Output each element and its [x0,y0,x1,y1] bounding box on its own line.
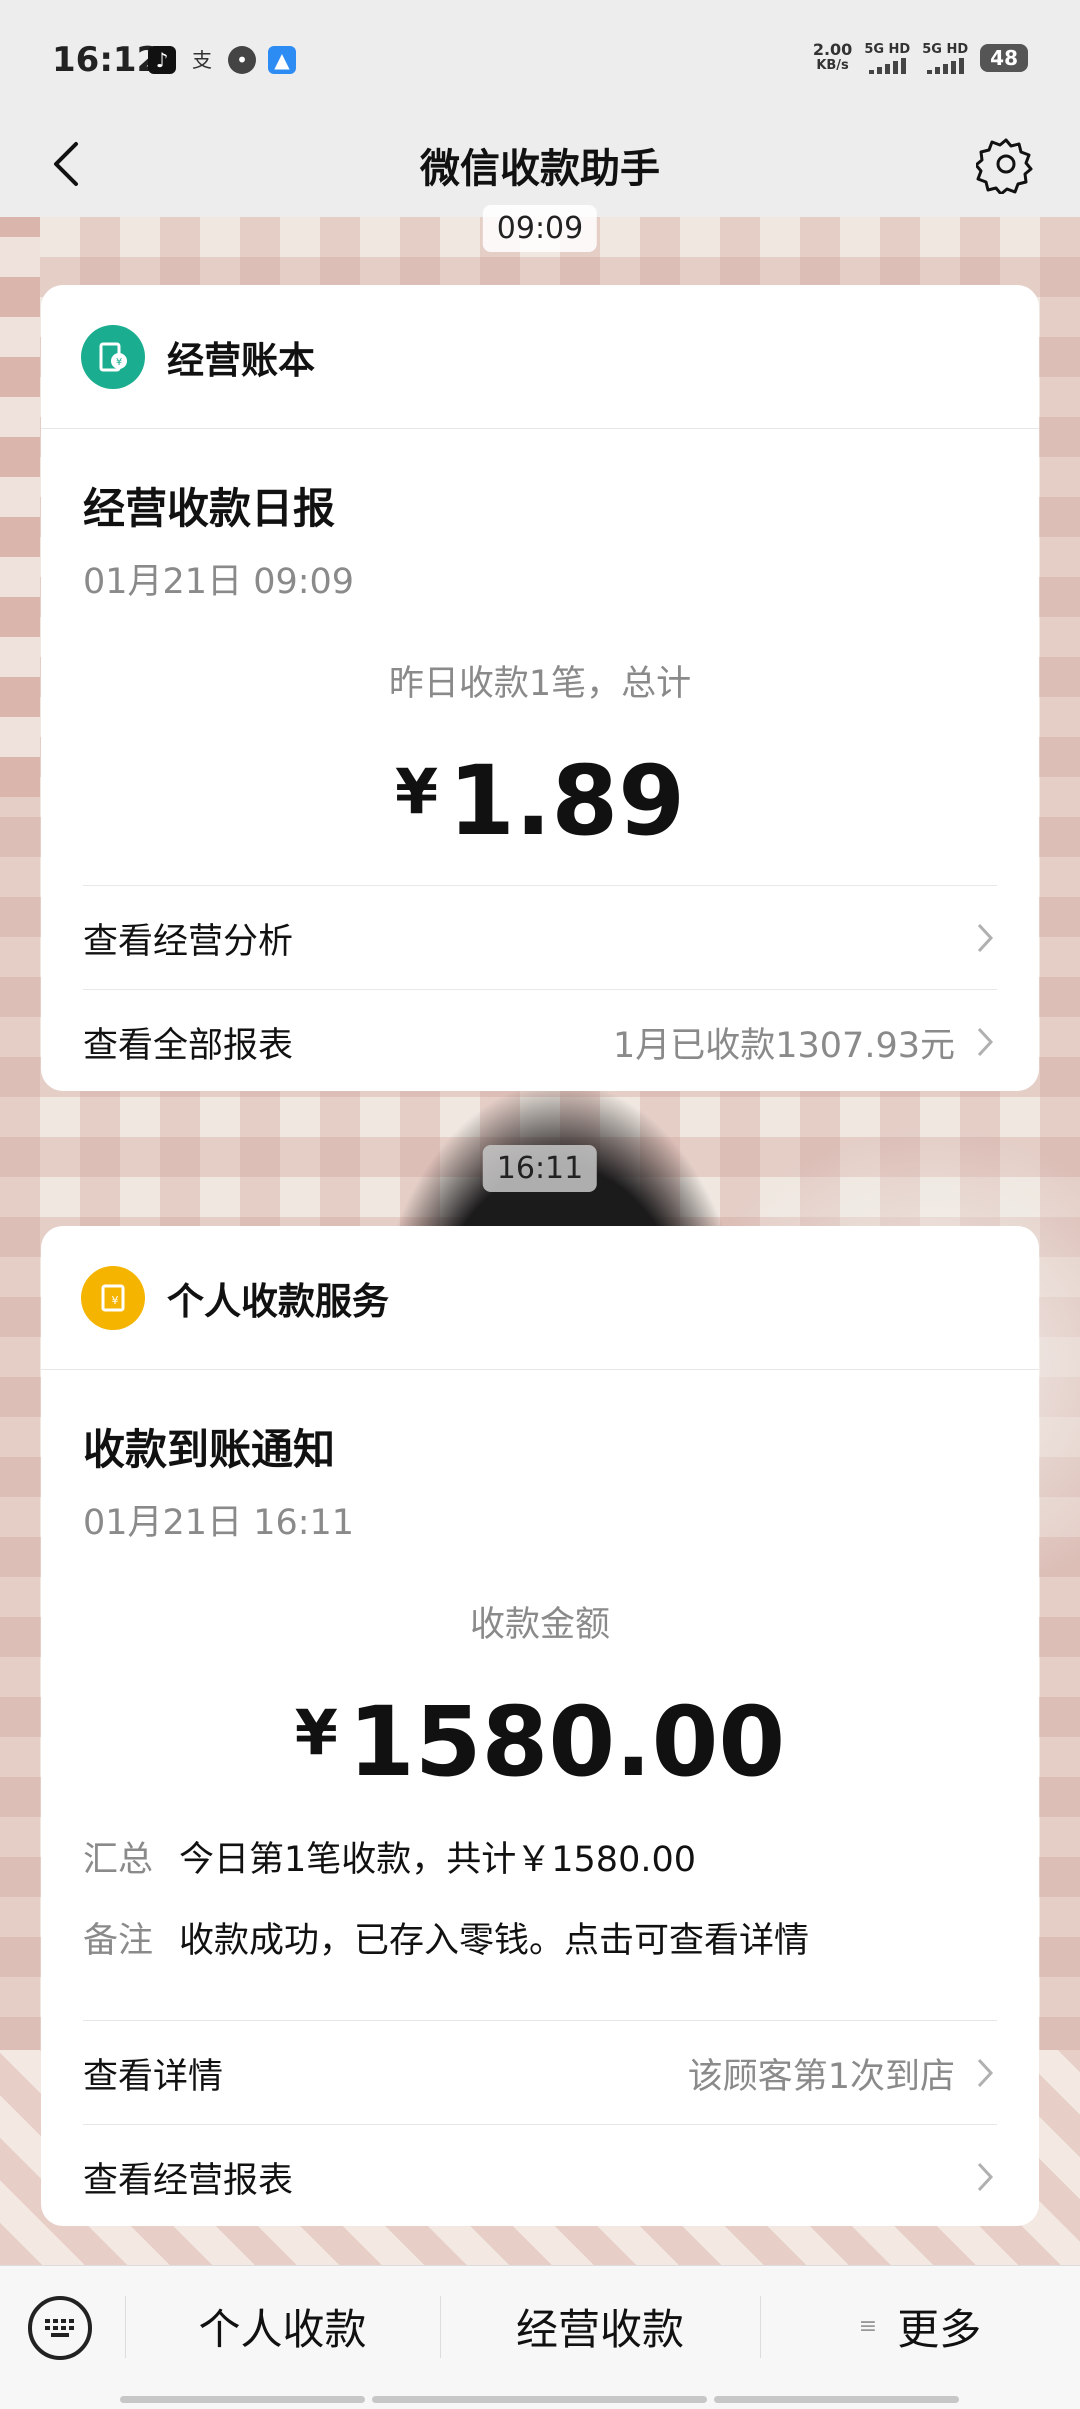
message-icon: • [228,46,256,74]
tiktok-icon: ♪ [148,46,176,74]
network-speed: 2.00 KB/s [812,40,853,74]
alipay-icon: 支 [192,48,212,72]
view-all-reports-row[interactable]: 查看全部报表 1月已收款1307.93元 [83,989,997,1091]
message-title: 收款到账通知 [83,1425,336,1474]
svg-text:¥: ¥ [116,357,122,368]
menu-personal-payment[interactable]: 个人收款 [125,2266,440,2386]
menu-lines-icon: ≡ [858,2313,878,2339]
summary-label: 昨日收款1笔，总计 [388,664,692,704]
amount-label: 收款金额 [469,1605,610,1645]
chat-timestamp: 16:11 [482,1145,598,1192]
chevron-right-icon [977,923,994,953]
home-indicator [372,2396,707,2403]
row-label: 查看全部报表 [83,1025,294,1066]
status-time: 16:12 [52,40,161,80]
bottom-menu-bar: 个人收款 经营收款 ≡ 更多 [0,2265,1080,2409]
ledger-icon: ¥ [81,324,145,389]
message-date: 01月21日 09:09 [83,562,355,602]
chevron-right-icon [977,2058,994,2088]
row-label: 查看详情 [83,2056,224,2097]
battery-icon: 48 [980,44,1028,72]
sim2-signal-icon: 5G HD [922,42,968,74]
home-indicator [120,2396,365,2403]
card-header-title: 经营账本 [167,338,315,382]
chevron-right-icon [977,2162,994,2192]
page-title: 微信收款助手 [420,146,660,192]
card-header: ¥ 个人收款服务 [41,1226,1039,1370]
monthly-total: 1月已收款1307.93元 [612,1025,955,1066]
business-report-card[interactable]: ¥ 经营账本 经营收款日报 01月21日 09:09 昨日收款1笔，总计 ¥1.… [41,285,1039,1091]
gear-icon[interactable] [976,134,1036,194]
view-details-row[interactable]: 查看详情 该顾客第1次到店 [83,2020,997,2125]
view-business-report-row[interactable]: 查看经营报表 [83,2124,997,2226]
view-analysis-row[interactable]: 查看经营分析 [83,885,997,990]
nav-bar: 微信收款助手 [0,110,1080,217]
background-pattern [0,217,40,797]
feishu-icon: ▲ [268,46,296,74]
status-bar: 16:12 ♪ 支 • ▲ 2.00 KB/s 5G HD 5G HD 48 [0,0,1080,110]
chat-timestamp: 09:09 [482,205,598,252]
wallet-icon: ¥ [81,1265,145,1330]
row-label: 查看经营分析 [83,921,294,962]
chevron-right-icon [977,1027,994,1057]
message-title: 经营收款日报 [83,484,336,533]
menu-business-payment[interactable]: 经营收款 [440,2266,760,2386]
amount-display: ¥1580.00 [294,1686,786,1798]
svg-text:¥: ¥ [112,1294,119,1307]
keyboard-icon[interactable] [28,2296,92,2360]
amount-display: ¥1.89 [395,745,685,857]
card-header: ¥ 经营账本 [41,285,1039,429]
message-date: 01月21日 16:11 [83,1503,355,1543]
payment-notification-card[interactable]: ¥ 个人收款服务 收款到账通知 01月21日 16:11 收款金额 ¥1580.… [41,1226,1039,2226]
customer-visit-count: 该顾客第1次到店 [687,2056,955,2097]
summary-line: 汇总 今日第1笔收款，共计￥1580.00 [83,1840,697,1880]
home-indicator [714,2396,959,2403]
sim1-signal-icon: 5G HD [864,42,910,74]
menu-more[interactable]: ≡ 更多 [760,2266,1080,2386]
row-label: 查看经营报表 [83,2160,294,2201]
note-line: 备注 收款成功，已存入零钱。点击可查看详情 [83,1921,810,1961]
card-header-title: 个人收款服务 [167,1279,389,1323]
